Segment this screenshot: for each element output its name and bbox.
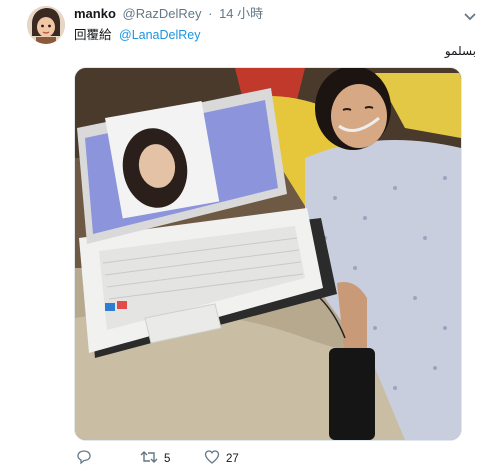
tweet-actions: 5 27 xyxy=(74,449,374,467)
avatar[interactable] xyxy=(27,6,65,44)
tweet-photo[interactable] xyxy=(74,67,462,441)
retweet-button[interactable]: 5 xyxy=(140,449,170,468)
separator-dot: · xyxy=(208,6,213,21)
like-count: 27 xyxy=(226,452,239,465)
chevron-down-icon[interactable] xyxy=(463,9,477,21)
replying-to: 回覆給 @LanaDelRey xyxy=(74,24,200,43)
retweet-icon xyxy=(140,449,158,468)
reply-prefix: 回覆給 xyxy=(74,28,112,42)
tweet-text: بسلمو xyxy=(444,44,476,58)
heart-icon xyxy=(204,449,220,468)
timestamp[interactable]: 14 小時 xyxy=(219,6,263,21)
user-handle[interactable]: @RazDelRey xyxy=(123,6,202,21)
like-button[interactable]: 27 xyxy=(204,449,239,468)
reply-to-handle[interactable]: @LanaDelRey xyxy=(119,28,200,42)
retweet-count: 5 xyxy=(164,452,171,465)
reply-button[interactable] xyxy=(76,449,92,468)
tweet-header: manko @RazDelRey · 14 小時 xyxy=(74,6,263,22)
display-name[interactable]: manko xyxy=(74,6,116,21)
reply-icon xyxy=(76,449,92,468)
